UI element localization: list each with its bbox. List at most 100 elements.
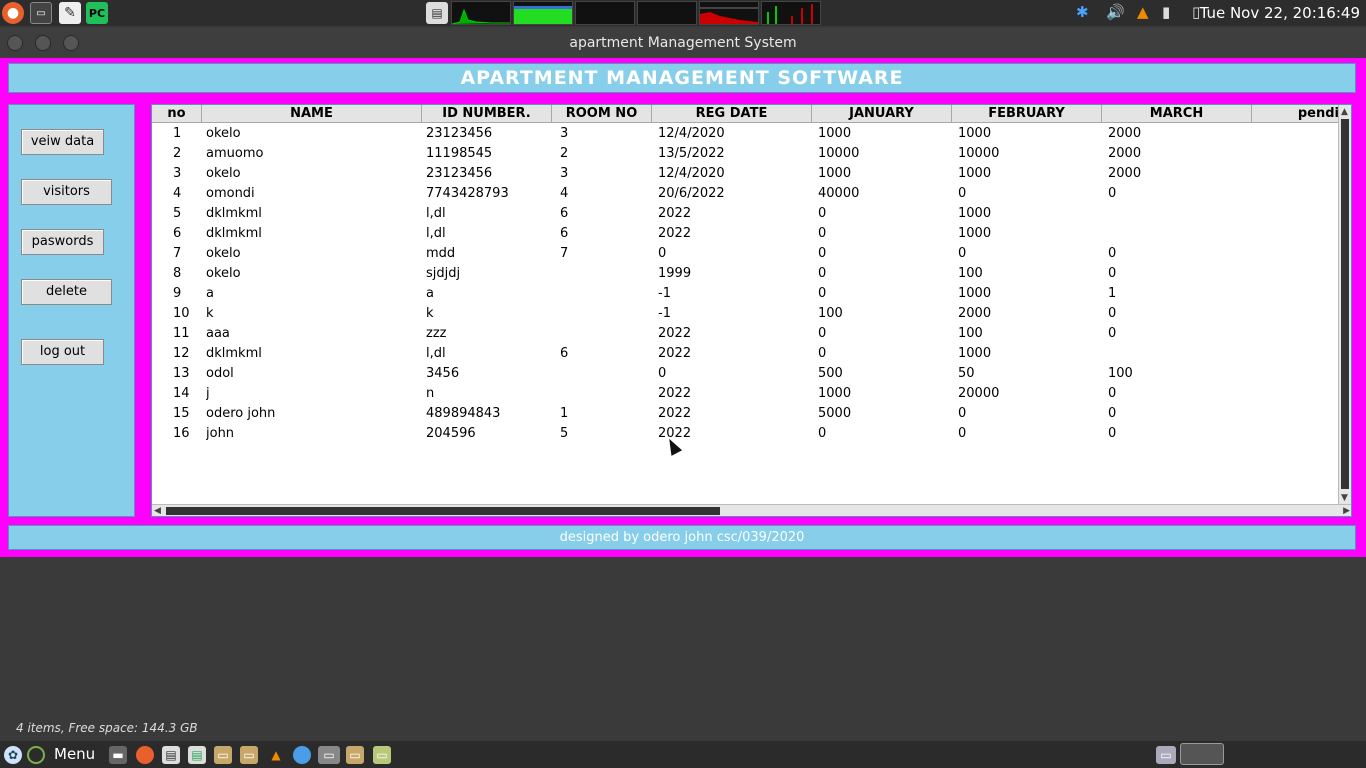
table-row[interactable]: 16 john 204596 5 2022 0 0 0 [152, 424, 1339, 444]
volume-icon[interactable]: 🔊 [1106, 3, 1125, 21]
table-row[interactable]: 7 okelo mdd 7 0 0 0 0 [152, 244, 1339, 264]
table-cell: 1 [173, 126, 182, 141]
scroll-right-icon[interactable]: ▶ [1343, 506, 1350, 516]
table-row[interactable]: 11 aaa zzz 2022 0 100 0 [152, 324, 1339, 344]
view-data-button[interactable]: veiw data [21, 129, 104, 155]
table-cell: 1999 [658, 266, 692, 281]
mint-logo-icon[interactable] [27, 746, 45, 764]
horizontal-scroll-thumb[interactable] [166, 507, 720, 515]
app-window: APARTMENT MANAGEMENT SOFTWARE veiw data … [0, 58, 1366, 557]
table-row[interactable]: 8 okelo sjdjdj 1999 0 100 0 [152, 264, 1339, 284]
column-header[interactable]: ID NUMBER. [422, 105, 552, 123]
close-window-button[interactable] [7, 35, 23, 51]
table-cell: 1000 [958, 346, 992, 361]
column-header[interactable]: ROOM NO [552, 105, 652, 123]
table-cell: 2022 [658, 206, 692, 221]
table-row[interactable]: 2 amuomo 11198545 2 13/5/2022 10000 10000 2000 [152, 144, 1339, 164]
minimize-window-button[interactable] [35, 35, 51, 51]
scroll-left-icon[interactable]: ◀ [154, 506, 161, 516]
table-cell: dklmkml [206, 206, 262, 221]
file-manager-status: 4 items, Free space: 144.3 GB [0, 716, 1366, 740]
table-cell: 0 [1108, 426, 1117, 441]
table-cell [1108, 204, 1252, 224]
data-table[interactable]: no NAME ID NUMBER. ROOM NO REG DATE JANUARY FE… [151, 104, 1352, 517]
table-row[interactable]: 6 dklmkml l,dl 6 2022 0 1000 [152, 224, 1339, 244]
table-cell: 1000 [818, 166, 852, 181]
table-cell: 10000 [958, 146, 1000, 161]
table-cell: 11 [173, 326, 190, 341]
table-row[interactable]: 15 odero john 489894843 1 2022 5000 0 0 [152, 404, 1339, 424]
logout-button[interactable]: log out [21, 339, 104, 365]
column-header[interactable]: MARCH [1102, 105, 1252, 123]
table-cell: aaa [206, 326, 230, 341]
taskbar-vlc-icon[interactable]: ▲ [267, 746, 285, 764]
table-row[interactable]: 13 odol 3456 0 500 50 100 [152, 364, 1339, 384]
horizontal-scrollbar[interactable]: ◀ ▶ [152, 504, 1351, 516]
table-row[interactable]: 4 omondi 7743428793 4 20/6/2022 40000 0 0 [152, 184, 1339, 204]
column-header[interactable]: pendi [1252, 105, 1342, 123]
bluetooth-icon[interactable]: ✱ [1076, 3, 1089, 21]
taskbar-folder2-icon[interactable]: ▭ [346, 746, 364, 764]
load-monitor-icon [699, 1, 759, 25]
workspace-2-icon[interactable] [1180, 743, 1224, 765]
table-row[interactable]: 9 a a -1 0 1000 1 [152, 284, 1339, 304]
taskbar-folder-icon[interactable]: ▭ [240, 746, 258, 764]
workspace-1-icon[interactable]: ▭ [1156, 746, 1176, 764]
terminal-icon[interactable]: ▭ [30, 2, 52, 24]
table-cell: 489894843 [426, 406, 501, 421]
table-cell: 0 [1108, 406, 1117, 421]
pycharm-icon[interactable]: PC [86, 2, 108, 24]
firefox-icon[interactable]: ● [2, 2, 24, 24]
table-row[interactable]: 3 okelo 23123456 3 12/4/2020 1000 1000 2000 [152, 164, 1339, 184]
taskbar-firefox-icon[interactable] [136, 746, 154, 764]
vertical-scroll-thumb[interactable] [1341, 119, 1349, 489]
table-cell: 6 [560, 346, 569, 361]
column-header[interactable]: JANUARY [812, 105, 952, 123]
mint-menu-icon[interactable]: ✿ [4, 746, 22, 764]
table-row[interactable]: 5 dklmkml l,dl 6 2022 0 1000 [152, 204, 1339, 224]
taskbar-files-icon[interactable]: ▭ [214, 746, 232, 764]
vertical-scrollbar[interactable]: ▲ ▼ [1338, 105, 1351, 505]
column-header[interactable]: NAME [202, 105, 422, 123]
table-cell: k [206, 306, 214, 321]
window-title: apartment Management System [569, 35, 797, 51]
text-editor-icon[interactable]: ✎ [59, 2, 81, 24]
taskbar-folder3-icon[interactable]: ▭ [373, 746, 391, 764]
taskbar-document-icon[interactable]: ▤ [162, 746, 180, 764]
delete-button[interactable]: delete [21, 279, 112, 305]
table-row[interactable]: 12 dklmkml l,dl 6 2022 0 1000 [152, 344, 1339, 364]
table-row[interactable]: 10 k k -1 100 2000 0 [152, 304, 1339, 324]
table-cell: omondi [206, 186, 255, 201]
table-cell: 2 [173, 146, 182, 161]
table-cell: 1 [1108, 286, 1117, 301]
visitors-button[interactable]: visitors [21, 179, 112, 205]
table-cell: 5 [560, 426, 569, 441]
maximize-window-button[interactable] [63, 35, 79, 51]
vlc-icon[interactable]: ▲ [1137, 3, 1149, 21]
document-icon[interactable]: ▤ [426, 2, 448, 24]
table-cell: mdd [426, 246, 456, 261]
cpu-monitor-icon [451, 1, 511, 25]
signal-icon[interactable]: ▮ [1162, 3, 1170, 21]
taskbar-spreadsheet-icon[interactable]: ▤ [188, 746, 206, 764]
table-cell [560, 324, 652, 344]
taskbar-window-icon[interactable]: ▭ [318, 746, 340, 764]
table-row[interactable]: 1 okelo 23123456 3 12/4/2020 1000 1000 2000 [152, 124, 1339, 144]
scroll-down-icon[interactable]: ▼ [1341, 493, 1348, 503]
table-cell: l,dl [426, 226, 446, 241]
passwords-button[interactable]: paswords [21, 229, 104, 255]
disk-monitor-icon [761, 1, 821, 25]
table-row[interactable]: 14 j n 2022 1000 20000 0 [152, 384, 1339, 404]
column-header[interactable]: FEBRUARY [952, 105, 1102, 123]
menu-label[interactable]: Menu [54, 745, 95, 763]
column-header[interactable]: REG DATE [652, 105, 812, 123]
window-titlebar[interactable]: apartment Management System [0, 28, 1366, 58]
scroll-up-icon[interactable]: ▲ [1341, 107, 1348, 117]
column-header[interactable]: no [152, 105, 202, 123]
table-cell: 0 [658, 246, 667, 261]
clock[interactable]: Tue Nov 22, 20:16:49 [1200, 4, 1360, 22]
table-cell: 11198545 [426, 146, 493, 161]
table-cell: a [206, 286, 214, 301]
show-desktop-icon[interactable]: ▬ [109, 746, 127, 764]
taskbar-app-icon[interactable] [293, 746, 311, 764]
